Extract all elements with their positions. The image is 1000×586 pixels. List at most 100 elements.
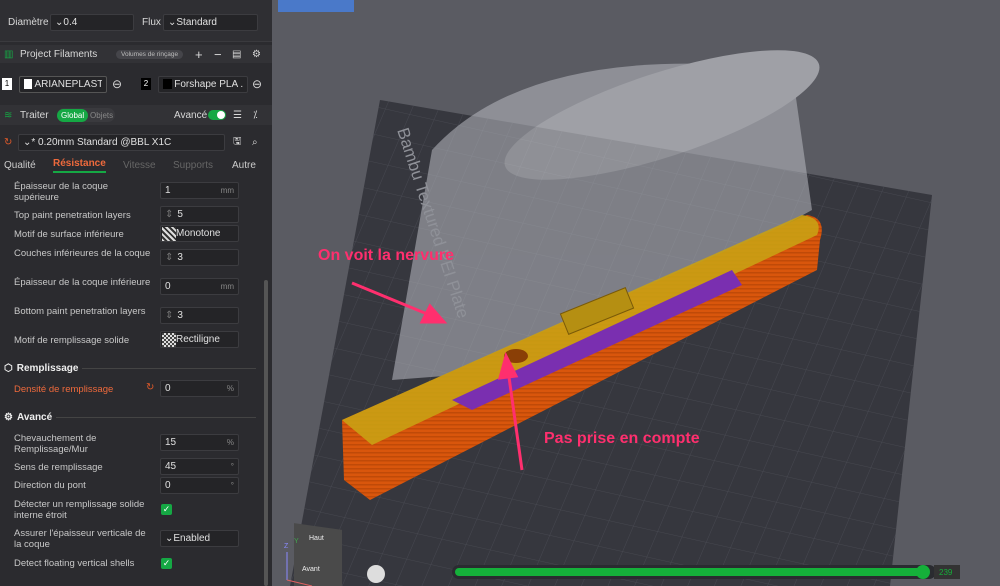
top-toolbar-edge xyxy=(278,0,354,12)
setting-spinner[interactable]: ⇕ 3 xyxy=(160,249,239,266)
save-icon[interactable]: 🖫 xyxy=(233,134,242,151)
unit: mm xyxy=(220,186,234,195)
filaments-title: Project Filaments xyxy=(20,48,98,60)
filament-2-select[interactable]: Forshape PLA ... xyxy=(158,75,248,93)
setting-input[interactable]: 1 mm xyxy=(160,182,239,199)
remove-filament-icon[interactable]: − xyxy=(214,47,222,62)
unit: % xyxy=(226,384,234,393)
layer-value: 239 xyxy=(939,568,953,577)
setting-spinner[interactable]: ⇕ 5 xyxy=(160,206,239,223)
layer-slider-handle[interactable] xyxy=(916,565,930,579)
diameter-label: Diamètre xyxy=(8,17,49,28)
preset-select[interactable]: ⌄ * 0.20mm Standard @BBL X1C xyxy=(18,133,225,151)
recenter-icon[interactable] xyxy=(367,565,385,583)
reset-icon[interactable]: ↻ xyxy=(4,137,12,148)
setting-label: Chevauchement de Remplissage/Mur xyxy=(14,433,97,455)
setting-input[interactable]: 0 ° xyxy=(160,477,239,494)
filament-1-options-icon[interactable]: ⊖ xyxy=(112,77,122,91)
unit: ° xyxy=(230,481,234,490)
settings-panel: Diamètre ⌄ 0.4 Flux ⌄ Standard ▥ Project… xyxy=(0,0,272,586)
value: Rectiligne xyxy=(176,334,220,345)
axis-y-label: Y xyxy=(294,538,299,545)
unit: % xyxy=(226,438,234,447)
unit: mm xyxy=(220,282,234,291)
checkbox[interactable]: ✓ xyxy=(161,558,172,569)
setting-label: Couches inférieures de la coque xyxy=(14,248,151,259)
setting-select[interactable]: Rectiligne xyxy=(160,331,239,348)
filament-2-swatch xyxy=(163,79,173,89)
infill-icon: ⬡ xyxy=(4,363,13,374)
setting-label: Détecter un remplissage solide interne é… xyxy=(14,499,145,521)
setting-input[interactable]: 15% xyxy=(160,434,239,451)
filament-sync-icon[interactable]: ▤ xyxy=(232,49,241,60)
view-cube-front: Avant xyxy=(302,566,320,573)
diameter-select[interactable]: ⌄ 0.4 xyxy=(50,14,134,31)
tab-other[interactable]: Autre xyxy=(232,160,256,171)
filament-1-select[interactable]: ARIANEPLAST ... xyxy=(19,75,107,93)
setting-label: Densité de remplissage xyxy=(14,384,114,395)
gears-icon: ⚙ xyxy=(4,412,13,423)
compare-icon[interactable]: ⁒ xyxy=(253,110,258,121)
global-tab[interactable]: Global xyxy=(57,108,89,122)
rectilinear-pattern-icon xyxy=(162,332,176,347)
flux-select[interactable]: ⌄ Standard xyxy=(163,14,258,31)
value: 3 xyxy=(177,252,183,263)
layers-icon: ≋ xyxy=(4,109,13,121)
filament-1-swatch xyxy=(24,79,33,89)
value: 0 xyxy=(165,480,171,491)
unit: ° xyxy=(230,462,234,471)
advanced-section-header: ⚙ Avancé xyxy=(4,412,256,423)
view-cube[interactable] xyxy=(294,523,342,586)
advanced-label: Avancé xyxy=(174,109,208,121)
setting-input[interactable]: 45 ° xyxy=(160,458,239,475)
setting-spinner[interactable]: ⇕ 3 xyxy=(160,307,239,324)
gear-icon[interactable]: ⚙ xyxy=(252,49,261,60)
value: 5 xyxy=(177,209,183,220)
tab-quality[interactable]: Qualité xyxy=(4,160,36,171)
setting-select[interactable]: Monotone xyxy=(160,225,239,242)
value: Monotone xyxy=(176,228,221,239)
axis-z-label: Z xyxy=(284,543,289,550)
process-title: Traiter xyxy=(20,109,49,121)
search-icon[interactable]: ⌕ xyxy=(252,137,258,148)
value: 1 xyxy=(165,185,171,196)
filament-icon: ▥ xyxy=(4,48,14,60)
value: 0 xyxy=(165,281,171,292)
value: 0 xyxy=(165,383,171,394)
nozzle-row: Diamètre ⌄ 0.4 Flux ⌄ Standard xyxy=(0,0,272,42)
reset-icon[interactable]: ↻ xyxy=(146,382,154,393)
setting-label: Bottom paint penetration layers xyxy=(14,306,146,317)
tab-speed[interactable]: Vitesse xyxy=(123,160,156,171)
tab-strength[interactable]: Résistance xyxy=(53,158,106,173)
scrollbar[interactable] xyxy=(264,280,268,586)
filament-list: 1 ARIANEPLAST ... ⊖ 2 Forshape PLA ... ⊖ xyxy=(0,74,272,94)
view-cube-top: Haut xyxy=(309,535,324,542)
preset-row: ↻ ⌄ * 0.20mm Standard @BBL X1C 🖫 ⌕ xyxy=(0,132,272,152)
infill-section-header: ⬡ Remplissage xyxy=(4,363,256,374)
tab-supports[interactable]: Supports xyxy=(173,160,213,171)
filament-2-options-icon[interactable]: ⊖ xyxy=(252,77,262,91)
filament-index-2: 2 xyxy=(141,78,151,90)
tab-bar: Qualité Résistance Vitesse Supports Autr… xyxy=(0,157,272,173)
setting-label: Motif de surface inférieure xyxy=(14,229,124,240)
objects-tab[interactable]: Objets xyxy=(90,111,113,120)
setting-select[interactable]: ⌄ Enabled xyxy=(160,530,239,547)
layer-slider-fill xyxy=(455,568,925,576)
flux-label: Flux xyxy=(142,17,161,28)
advanced-toggle[interactable] xyxy=(208,110,226,120)
filament-2-name: Forshape PLA ... xyxy=(174,78,243,90)
setting-input[interactable]: 0% xyxy=(160,380,239,397)
value: 15 xyxy=(165,437,177,448)
add-filament-icon[interactable]: + xyxy=(195,47,203,62)
checkbox[interactable]: ✓ xyxy=(161,504,172,515)
3d-viewport[interactable]: Bambu Textured PEI Plate Haut Avant Z Y … xyxy=(272,0,1000,586)
setting-input[interactable]: 0 mm xyxy=(160,278,239,295)
list-icon[interactable]: ☰ xyxy=(233,110,242,121)
setting-label: Assurer l'épaisseur verticale de la coqu… xyxy=(14,528,146,550)
filaments-header: ▥ Project Filaments Volumes de rinçage +… xyxy=(0,45,272,63)
value: Enabled xyxy=(173,533,211,544)
setting-label: Épaisseur de la coque supérieure xyxy=(14,181,109,203)
flush-volumes-button[interactable]: Volumes de rinçage xyxy=(116,49,184,59)
scene: Bambu Textured PEI Plate Haut Avant Z Y … xyxy=(278,0,960,586)
value: 3 xyxy=(177,310,183,321)
